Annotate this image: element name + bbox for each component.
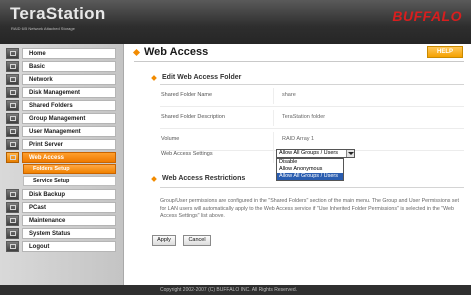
sidebar-item-pcast[interactable]: PCast xyxy=(6,202,116,213)
sidebar-item-label: Network xyxy=(22,74,116,85)
basic-icon xyxy=(6,61,19,72)
disk-icon xyxy=(6,87,19,98)
logout-icon xyxy=(6,241,19,252)
select-value: Allow All Groups / Users xyxy=(279,150,338,156)
sidebar-item-system-status[interactable]: System Status xyxy=(6,228,116,239)
sidebar-item-label: Group Management xyxy=(22,113,116,124)
sidebar-item-network[interactable]: Network xyxy=(6,74,116,85)
field-label: Volume xyxy=(161,136,180,142)
section-title: Edit Web Access Folder xyxy=(162,74,242,81)
sidebar-item-label: System Status xyxy=(22,228,116,239)
sidebar-item-label: PCast xyxy=(22,202,116,213)
home-icon xyxy=(6,48,19,59)
sidebar-item-print-server[interactable]: Print Server xyxy=(6,139,116,150)
field-value: TeraStation folder xyxy=(282,114,326,120)
section-divider xyxy=(160,187,464,188)
field-label: Shared Folder Description xyxy=(161,114,225,120)
help-button[interactable]: HELP xyxy=(427,46,463,58)
product-tagline: RAID 6/5 Network Attached Storage xyxy=(11,26,75,31)
sidebar-subitem-folders-setup[interactable]: Folders Setup xyxy=(23,164,116,174)
bullet-icon xyxy=(132,48,141,56)
sidebar-item-label: Web Access xyxy=(22,152,116,163)
bullet-icon xyxy=(151,74,157,81)
main-content: Web Access HELP Edit Web Access Folder S… xyxy=(125,44,471,285)
sidebar-item-logout[interactable]: Logout xyxy=(6,241,116,252)
section-title: Web Access Restrictions xyxy=(162,175,246,182)
sidebar: Home Basic Network Disk Management Share… xyxy=(0,44,124,285)
page-title: Web Access xyxy=(144,46,209,58)
sidebar-item-basic[interactable]: Basic xyxy=(6,61,116,72)
sidebar-item-shared-folders[interactable]: Shared Folders xyxy=(6,100,116,111)
product-name: TeraStation xyxy=(10,4,106,23)
user-icon xyxy=(6,126,19,137)
field-label: Web Access Settings xyxy=(161,151,213,157)
apply-button[interactable]: Apply xyxy=(152,235,176,246)
copyright-text: Copyright 2002-2007 (C) BUFFALO INC. All… xyxy=(160,287,297,293)
backup-icon xyxy=(6,189,19,200)
sidebar-item-label: User Management xyxy=(22,126,116,137)
sidebar-item-label: Home xyxy=(22,48,116,59)
sidebar-item-group-management[interactable]: Group Management xyxy=(6,113,116,124)
network-icon xyxy=(6,74,19,85)
sidebar-item-web-access[interactable]: Web Access xyxy=(6,152,116,163)
web-access-settings-select[interactable]: Allow All Groups / Users xyxy=(276,149,355,158)
sidebar-item-label: Disk Backup xyxy=(22,189,116,200)
web-access-settings-dropdown: Disable Allow Anonymous Allow All Groups… xyxy=(276,158,344,181)
header-bar: TeraStation RAID 6/5 Network Attached St… xyxy=(0,0,471,44)
chevron-down-icon[interactable] xyxy=(346,150,354,157)
footer-bar: Copyright 2002-2007 (C) BUFFALO INC. All… xyxy=(0,285,471,295)
maintenance-icon xyxy=(6,215,19,226)
row-separator xyxy=(273,147,274,163)
printer-icon xyxy=(6,139,19,150)
sidebar-item-label: Logout xyxy=(22,241,116,252)
cancel-button[interactable]: Cancel xyxy=(183,235,211,246)
restrictions-description: Group/User permissions are configured in… xyxy=(160,198,459,219)
sidebar-item-disk-backup[interactable]: Disk Backup xyxy=(6,189,116,200)
brand-logo: BUFFALO xyxy=(392,8,462,24)
sidebar-item-maintenance[interactable]: Maintenance xyxy=(6,215,116,226)
terastation-logo: TeraStation RAID 6/5 Network Attached St… xyxy=(8,3,118,33)
sidebar-subitem-service-setup[interactable]: Service Setup xyxy=(23,176,116,186)
pcast-icon xyxy=(6,202,19,213)
dropdown-option-disable[interactable]: Disable xyxy=(277,159,343,166)
row-separator xyxy=(273,88,274,104)
page-header: Web Access xyxy=(132,46,209,58)
field-label: Shared Folder Name xyxy=(161,92,213,98)
folder-section-header: Edit Web Access Folder xyxy=(151,74,242,81)
row-separator xyxy=(273,110,274,126)
sidebar-item-label: Maintenance xyxy=(22,215,116,226)
field-value: share xyxy=(282,92,296,98)
field-value: RAID Array 1 xyxy=(282,136,315,142)
field-row-folder-name: Shared Folder Name share xyxy=(160,85,464,107)
folder-icon xyxy=(6,100,19,111)
dropdown-option-allow-all[interactable]: Allow All Groups / Users xyxy=(277,173,343,180)
status-icon xyxy=(6,228,19,239)
group-icon xyxy=(6,113,19,124)
sidebar-item-user-management[interactable]: User Management xyxy=(6,126,116,137)
web-icon xyxy=(6,152,19,163)
sidebar-item-label: Disk Management xyxy=(22,87,116,98)
dropdown-option-allow-anonymous[interactable]: Allow Anonymous xyxy=(277,166,343,173)
restrictions-section-header: Web Access Restrictions xyxy=(151,175,246,182)
sidebar-item-label: Shared Folders xyxy=(22,100,116,111)
field-row-folder-description: Shared Folder Description TeraStation fo… xyxy=(160,107,464,129)
sidebar-item-home[interactable]: Home xyxy=(6,48,116,59)
sidebar-item-disk-management[interactable]: Disk Management xyxy=(6,87,116,98)
sidebar-item-label: Basic xyxy=(22,61,116,72)
bullet-icon xyxy=(151,175,157,182)
sidebar-item-label: Print Server xyxy=(22,139,116,150)
title-divider xyxy=(134,61,464,62)
